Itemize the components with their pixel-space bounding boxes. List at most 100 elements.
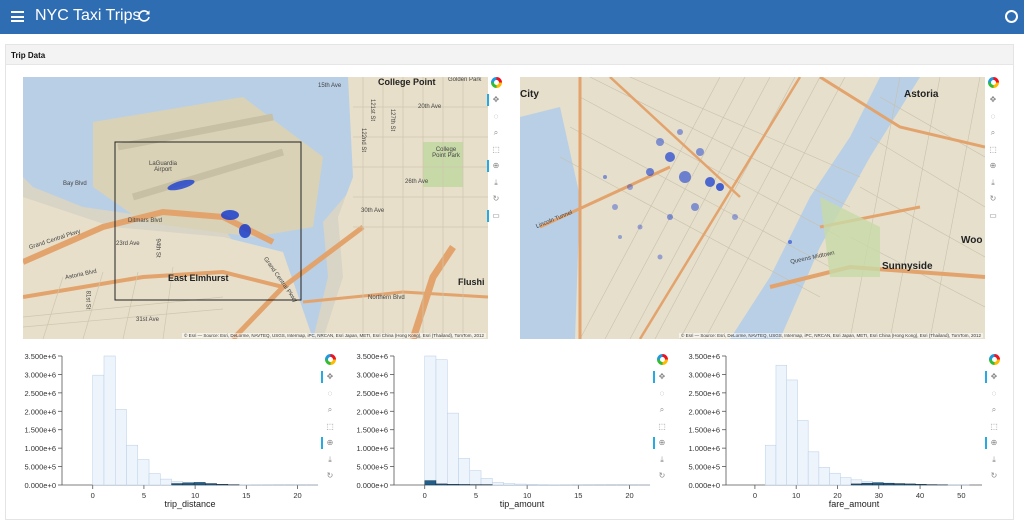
box-select-icon[interactable]: ⬚ (491, 145, 501, 155)
y-tick-label: 2.000e+6 (25, 407, 57, 416)
selected-bar (171, 483, 184, 486)
map-label: 26th Ave (405, 179, 429, 185)
trip-data-card: Trip Data College Point Golden Park 15th… (5, 44, 1014, 520)
map-label: East Elmhurst (168, 273, 229, 283)
save-icon[interactable]: ⤓ (657, 455, 667, 465)
histogram-bar (818, 467, 830, 486)
map-label: 121st St (369, 98, 376, 122)
histogram-bar (458, 458, 471, 486)
reload-icon[interactable] (136, 8, 152, 24)
chart-toolbar: ✥ ◌ ⌕ ⬚ ⊕ ⤓ ↻ (321, 354, 337, 488)
histogram-bar (424, 355, 437, 486)
selected-bar (861, 482, 873, 486)
hover-icon[interactable]: ▭ (487, 209, 501, 222)
pan-icon[interactable]: ✥ (487, 94, 501, 106)
wheel-zoom-icon[interactable]: ⊕ (653, 437, 667, 449)
map-label: City (520, 89, 539, 100)
y-tick-label: 2.500e+6 (689, 389, 721, 398)
laguardia-map[interactable]: College Point Golden Park 15th Ave 20th … (23, 77, 488, 339)
box-zoom-icon[interactable]: ⌕ (657, 405, 667, 415)
save-icon[interactable]: ⤓ (988, 178, 998, 188)
trip-distance-histogram[interactable]: 0.000e+0 5.000e+5 1.000e+6 1.500e+6 2.000e+6… (6, 351, 322, 516)
reset-icon[interactable]: ↻ (989, 471, 999, 481)
map-label: College Point (378, 77, 436, 87)
wheel-zoom-icon[interactable]: ⊕ (985, 437, 999, 449)
bokeh-logo-icon[interactable] (324, 354, 336, 365)
map-label: 31st Ave (136, 317, 159, 323)
box-select-icon[interactable]: ⬚ (657, 422, 667, 432)
reset-icon[interactable]: ↻ (491, 194, 501, 204)
pan-icon[interactable]: ✥ (321, 371, 335, 383)
histogram-bar (525, 484, 538, 486)
chart-toolbar: ✥ ◌ ⌕ ⬚ ⊕ ⤓ ↻ (985, 354, 1001, 488)
tip-amount-histogram[interactable]: 0.000e+0 5.000e+5 1.000e+6 1.500e+6 2.000e+6… (338, 351, 654, 516)
fare-amount-histogram[interactable]: 0.000e+0 5.000e+5 1.000e+6 1.500e+6 2.000e+6… (670, 351, 986, 516)
y-tick-label: 1.500e+6 (25, 426, 57, 435)
map-label: 127th St (389, 108, 396, 132)
x-tick-label: 20 (293, 491, 301, 500)
save-icon[interactable]: ⤓ (325, 455, 335, 465)
wheel-zoom-icon[interactable]: ⊕ (487, 160, 501, 172)
selected-bar (205, 483, 217, 486)
selected-bar (424, 480, 437, 486)
map-label: 23rd Ave (116, 241, 140, 247)
lasso-icon[interactable]: ◌ (657, 389, 667, 399)
histogram-bar (126, 444, 139, 486)
wheel-zoom-icon[interactable]: ⊕ (988, 161, 998, 171)
y-tick-label: 2.500e+6 (357, 389, 389, 398)
box-zoom-icon[interactable]: ⌕ (988, 128, 998, 138)
histogram-bar (446, 412, 459, 486)
pan-icon[interactable]: ✥ (653, 371, 667, 383)
histogram-bar (797, 420, 809, 486)
box-zoom-icon[interactable]: ⌕ (491, 128, 501, 138)
wheel-zoom-icon[interactable]: ⊕ (321, 437, 335, 449)
bokeh-logo-icon[interactable] (490, 77, 502, 88)
box-select-icon[interactable]: ⬚ (325, 422, 335, 432)
busy-indicator-icon (1005, 10, 1018, 23)
y-tick-label: 0.000e+0 (357, 481, 389, 490)
hover-icon[interactable]: ▭ (988, 211, 998, 221)
y-tick-label: 3.500e+6 (357, 352, 389, 361)
selected-bar (893, 483, 905, 486)
app-header: NYC Taxi Trips (0, 0, 1024, 34)
y-tick-label: 2.000e+6 (689, 407, 721, 416)
histogram-bar (786, 379, 798, 486)
y-tick-label: 3.500e+6 (689, 352, 721, 361)
pan-icon[interactable]: ✥ (985, 371, 999, 383)
x-tick-label: 15 (242, 491, 250, 500)
map-label: 20th Ave (418, 104, 442, 110)
card-title: Trip Data (6, 45, 1013, 65)
reset-icon[interactable]: ↻ (325, 471, 335, 481)
lasso-icon[interactable]: ◌ (988, 112, 998, 122)
box-zoom-icon[interactable]: ⌕ (325, 405, 335, 415)
map-label: Bay Blvd (63, 181, 87, 187)
selected-bar (435, 483, 448, 486)
reset-icon[interactable]: ↻ (657, 471, 667, 481)
bokeh-logo-icon[interactable] (988, 354, 1000, 365)
x-tick-label: 15 (574, 491, 582, 500)
map-toolbar: ✥ ◌ ⌕ ⬚ ⊕ ⤓ ↻ ▭ (986, 77, 1000, 227)
map-toolbar: ✥ ◌ ⌕ ⬚ ⊕ ⤓ ↻ ▭ (487, 77, 503, 227)
hamburger-icon[interactable] (11, 11, 24, 22)
save-icon[interactable]: ⤓ (491, 178, 501, 188)
lasso-icon[interactable]: ◌ (325, 389, 335, 399)
pan-icon[interactable]: ✥ (988, 95, 998, 105)
selected-bar (872, 482, 884, 486)
lasso-icon[interactable]: ◌ (491, 112, 501, 122)
manhattan-map[interactable]: City Astoria Sunnyside Woo Lincoln Tunne… (520, 77, 985, 339)
bokeh-logo-icon[interactable] (656, 354, 668, 365)
reset-icon[interactable]: ↻ (988, 194, 998, 204)
y-tick-label: 3.000e+6 (689, 370, 721, 379)
box-zoom-icon[interactable]: ⌕ (989, 405, 999, 415)
map-label: Astoria (904, 89, 939, 100)
box-select-icon[interactable]: ⬚ (988, 145, 998, 155)
map-label: Golden Park (448, 77, 482, 83)
save-icon[interactable]: ⤓ (989, 455, 999, 465)
box-select-icon[interactable]: ⬚ (989, 422, 999, 432)
map-label: LaGuardia Airport (148, 161, 178, 173)
map-label: Ditmars Blvd (128, 218, 163, 224)
lasso-icon[interactable]: ◌ (989, 389, 999, 399)
selected-bar (915, 484, 927, 486)
bokeh-logo-icon[interactable] (987, 77, 999, 88)
chart-toolbar: ✥ ◌ ⌕ ⬚ ⊕ ⤓ ↻ (653, 354, 669, 488)
